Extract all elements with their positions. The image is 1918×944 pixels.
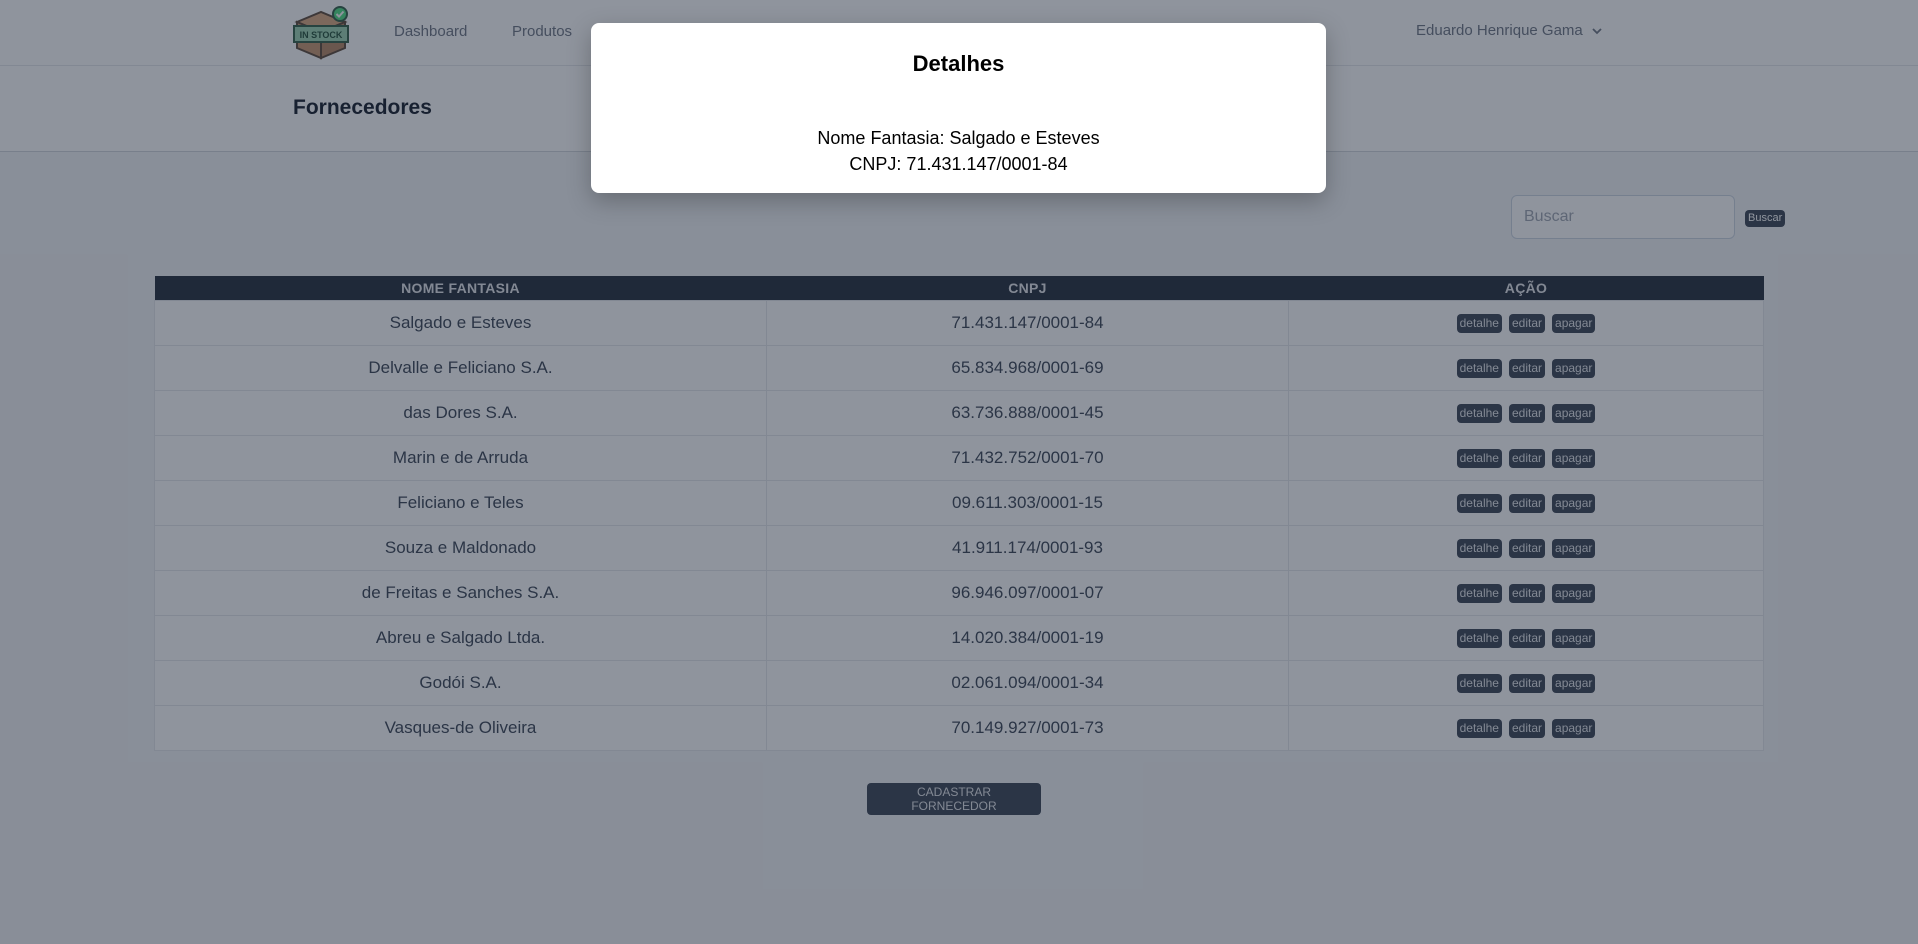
- modal-overlay[interactable]: Detalhes Nome Fantasia: Salgado e Esteve…: [0, 0, 1918, 944]
- modal-title: Detalhes: [912, 51, 1005, 76]
- modal-cnpj: CNPJ: 71.431.147/0001-84: [849, 154, 1068, 174]
- details-modal: Detalhes Nome Fantasia: Salgado e Esteve…: [591, 23, 1326, 193]
- modal-nome-fantasia: Nome Fantasia: Salgado e Esteves: [817, 128, 1100, 148]
- modal-body: Nome Fantasia: Salgado e Esteves CNPJ: 7…: [591, 125, 1326, 177]
